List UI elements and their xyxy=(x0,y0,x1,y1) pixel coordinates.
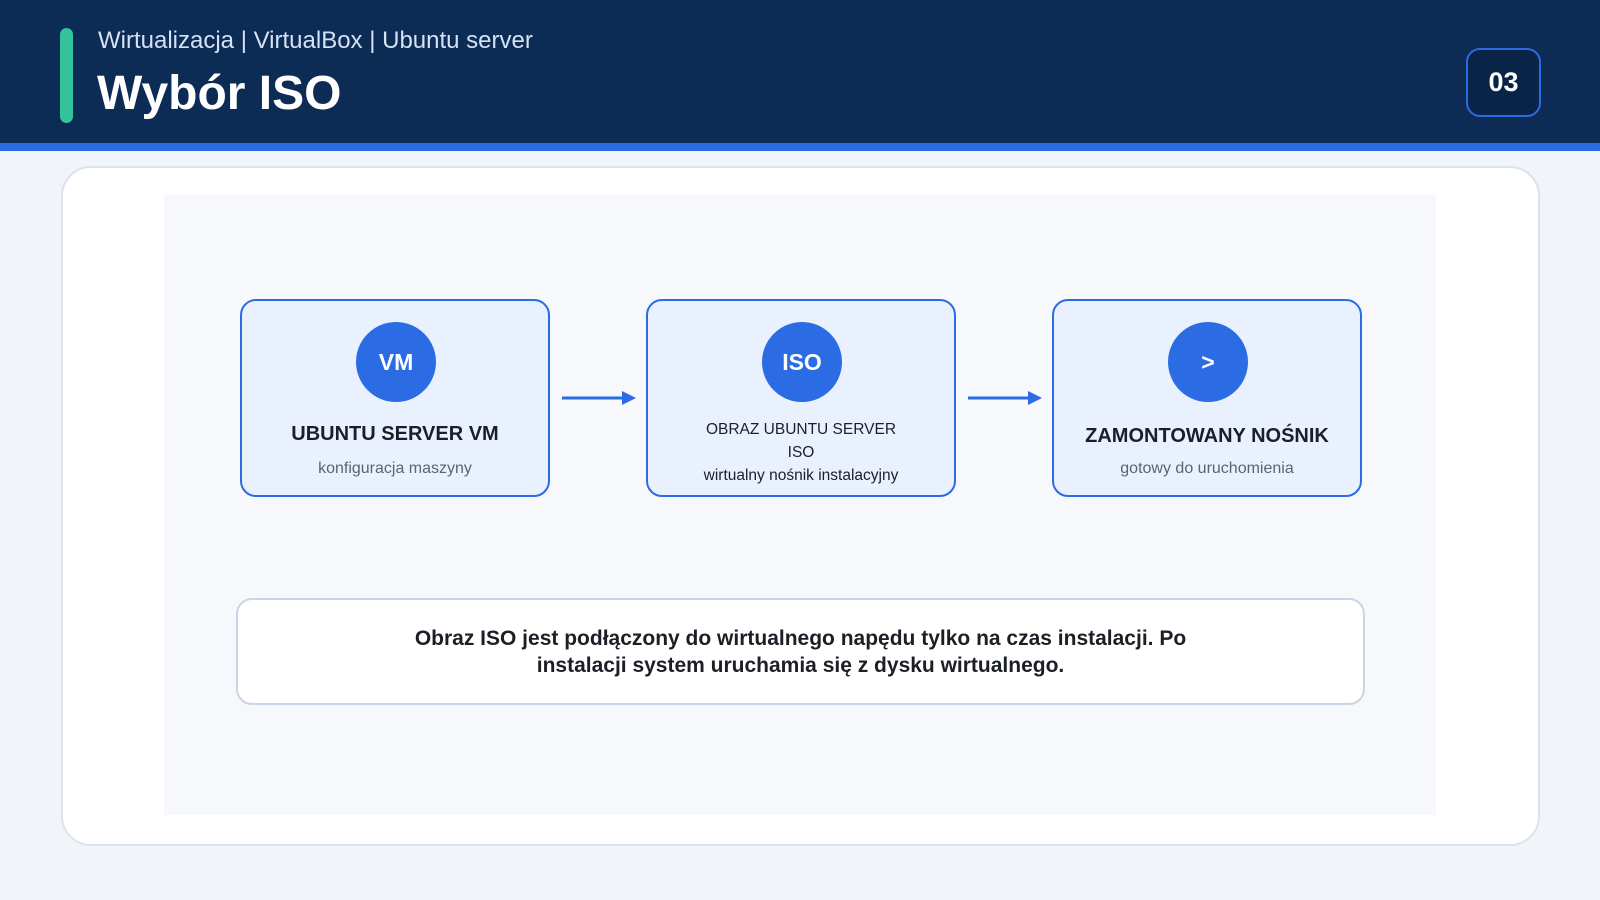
node-title: UBUNTU SERVER VM xyxy=(291,423,499,445)
arrow-right-icon xyxy=(562,391,636,405)
diagram-canvas xyxy=(164,195,1436,815)
node-text: OBRAZ UBUNTU SERVER ISO wirtualny nośnik… xyxy=(648,418,954,487)
note-line-1: Obraz ISO jest podłączony do wirtualnego… xyxy=(414,626,1187,650)
accent-bar xyxy=(60,28,73,123)
info-note: Obraz ISO jest podłączony do wirtualnego… xyxy=(236,598,1365,705)
page-number-badge: 03 xyxy=(1466,48,1541,117)
note-line-2: instalacji system uruchamia się z dysku … xyxy=(536,653,1065,677)
iso-icon: ISO xyxy=(762,322,842,402)
node-title-line-1: OBRAZ UBUNTU SERVER xyxy=(705,421,897,438)
node-iso-image: ISO OBRAZ UBUNTU SERVER ISO wirtualny no… xyxy=(646,299,956,497)
node-mounted-media: > ZAMONTOWANY NOŚNIK gotowy do uruchomie… xyxy=(1052,299,1362,497)
page-title: Wybór ISO xyxy=(97,67,342,120)
node-subtitle: konfiguracja maszyny xyxy=(318,460,472,477)
chevron-right-icon: > xyxy=(1168,322,1248,402)
node-subtitle: wirtualny nośnik instalacyjny xyxy=(703,467,899,484)
node-title: ZAMONTOWANY NOŚNIK xyxy=(1085,425,1329,447)
node-ubuntu-server-vm: VM UBUNTU SERVER VM konfiguracja maszyny xyxy=(240,299,550,497)
header-stripe xyxy=(0,143,1600,151)
breadcrumb: Wirtualizacja | VirtualBox | Ubuntu serv… xyxy=(98,27,533,54)
node-subtitle: gotowy do uruchomienia xyxy=(1120,460,1294,477)
arrow-right-icon xyxy=(968,391,1042,405)
node-title-line-2: ISO xyxy=(787,444,815,461)
vm-icon: VM xyxy=(356,322,436,402)
